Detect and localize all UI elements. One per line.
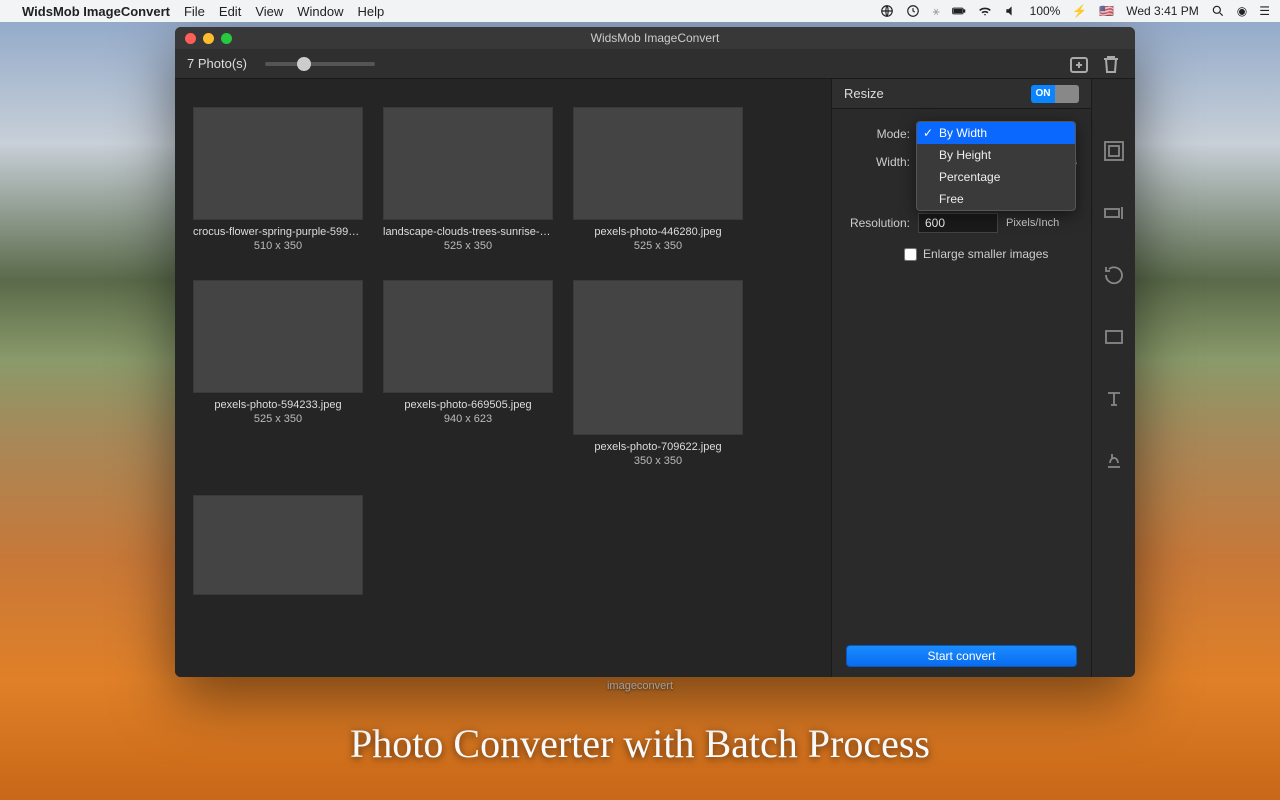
- thumbnail-gallery[interactable]: crocus-flower-spring-purple-5999…. 510 x…: [175, 79, 831, 677]
- thumbnail-item[interactable]: landscape-clouds-trees-sunrise-2…. 525 x…: [383, 107, 553, 252]
- thumbnail-dimensions: 525 x 350: [634, 240, 682, 252]
- thumbnail-filename: pexels-photo-446280.jpeg: [594, 226, 721, 238]
- thumbnail-dimensions: 525 x 350: [444, 240, 492, 252]
- text-watermark-tool-icon[interactable]: [1102, 387, 1126, 411]
- thumbnail-item[interactable]: pexels-photo-594233.jpeg 525 x 350: [193, 280, 363, 467]
- thumbnail-dimensions: 940 x 623: [444, 413, 492, 425]
- mode-option-by-width[interactable]: By Width: [917, 122, 1075, 144]
- battery-icon[interactable]: [952, 4, 966, 18]
- rename-tool-icon[interactable]: [1102, 201, 1126, 225]
- thumbnail-filename: pexels-photo-594233.jpeg: [214, 399, 341, 411]
- delete-button[interactable]: [1099, 54, 1123, 74]
- thumbnail-image[interactable]: [193, 280, 363, 393]
- thumbnail-item[interactable]: pexels-photo-446280.jpeg 525 x 350: [573, 107, 743, 252]
- menubar-app-name[interactable]: WidsMob ImageConvert: [22, 4, 170, 19]
- thumbnail-filename: pexels-photo-669505.jpeg: [404, 399, 531, 411]
- siri-icon[interactable]: ◉: [1237, 4, 1247, 18]
- thumbnail-size-slider[interactable]: [265, 62, 375, 66]
- thumbnail-item[interactable]: [193, 495, 363, 603]
- border-tool-icon[interactable]: [1102, 325, 1126, 349]
- tool-rail: [1091, 79, 1135, 677]
- panel-title: Resize: [844, 86, 884, 101]
- start-convert-button[interactable]: Start convert: [846, 645, 1077, 667]
- battery-percent: 100%: [1030, 4, 1061, 18]
- thumbnail-filename: pexels-photo-709622.jpeg: [594, 441, 721, 453]
- mode-option-percentage[interactable]: Percentage: [917, 166, 1075, 188]
- menu-view[interactable]: View: [255, 4, 283, 19]
- thumbnail-image[interactable]: [193, 107, 363, 220]
- menubar-clock[interactable]: Wed 3:41 PM: [1126, 4, 1198, 18]
- menu-window[interactable]: Window: [297, 4, 343, 19]
- timemachine-icon[interactable]: [906, 4, 920, 18]
- flag-icon[interactable]: 🇺🇸: [1099, 4, 1114, 18]
- resize-tool-icon[interactable]: [1102, 139, 1126, 163]
- dock-caption: imageconvert: [607, 680, 673, 692]
- marketing-tagline: Photo Converter with Batch Process: [0, 720, 1280, 767]
- close-window-button[interactable]: [185, 33, 196, 44]
- resize-toggle[interactable]: ON: [1031, 85, 1079, 103]
- photo-count: 7 Photo(s): [187, 56, 247, 71]
- charging-icon: ⚡: [1072, 4, 1087, 18]
- minimize-window-button[interactable]: [203, 33, 214, 44]
- resolution-input[interactable]: [918, 213, 998, 233]
- thumbnail-item[interactable]: pexels-photo-709622.jpeg 350 x 350: [573, 280, 743, 467]
- resolution-unit: Pixels/Inch: [1006, 217, 1059, 229]
- mode-dropdown[interactable]: By Width By Height Percentage Free: [916, 121, 1076, 211]
- thumbnail-dimensions: 350 x 350: [634, 455, 682, 467]
- thumbnail-image[interactable]: [573, 107, 743, 220]
- resolution-label: Resolution:: [846, 216, 918, 230]
- thumbnail-image[interactable]: [573, 280, 743, 435]
- window-title: WidsMob ImageConvert: [175, 31, 1135, 45]
- window-titlebar[interactable]: WidsMob ImageConvert: [175, 27, 1135, 49]
- add-photo-button[interactable]: [1067, 54, 1091, 74]
- thumbnail-dimensions: 510 x 350: [254, 240, 302, 252]
- zoom-window-button[interactable]: [221, 33, 232, 44]
- enlarge-checkbox[interactable]: [904, 248, 917, 261]
- volume-icon[interactable]: [1004, 4, 1018, 18]
- menu-help[interactable]: Help: [358, 4, 385, 19]
- thumbnail-dimensions: 525 x 350: [254, 413, 302, 425]
- thumbnail-filename: crocus-flower-spring-purple-5999….: [193, 226, 363, 238]
- app-window: WidsMob ImageConvert 7 Photo(s) crocus-f…: [175, 27, 1135, 677]
- thumbnail-filename: landscape-clouds-trees-sunrise-2….: [383, 226, 553, 238]
- spotlight-icon[interactable]: [1211, 4, 1225, 18]
- thumbnail-item[interactable]: crocus-flower-spring-purple-5999…. 510 x…: [193, 107, 363, 252]
- thumbnail-image[interactable]: [383, 280, 553, 393]
- width-label: Width:: [846, 155, 918, 169]
- rotate-tool-icon[interactable]: [1102, 263, 1126, 287]
- menu-file[interactable]: File: [184, 4, 205, 19]
- mode-label: Mode:: [846, 127, 918, 141]
- wifi-icon[interactable]: [978, 4, 992, 18]
- mode-option-by-height[interactable]: By Height: [917, 144, 1075, 166]
- thumbnail-image[interactable]: [193, 495, 363, 595]
- thumbnail-item[interactable]: pexels-photo-669505.jpeg 940 x 623: [383, 280, 553, 467]
- bluetooth-icon[interactable]: ⚹: [932, 4, 939, 19]
- mode-option-free[interactable]: Free: [917, 188, 1075, 210]
- enlarge-label: Enlarge smaller images: [923, 247, 1048, 261]
- globe-icon[interactable]: [880, 4, 894, 18]
- resize-panel: Resize ON Mode: Width: s Resolution:: [831, 79, 1091, 677]
- window-toolbar: 7 Photo(s): [175, 49, 1135, 79]
- notification-center-icon[interactable]: ☰: [1259, 4, 1270, 18]
- menu-edit[interactable]: Edit: [219, 4, 241, 19]
- image-watermark-tool-icon[interactable]: [1102, 449, 1126, 473]
- thumbnail-image[interactable]: [383, 107, 553, 220]
- macos-menubar: WidsMob ImageConvert File Edit View Wind…: [0, 0, 1280, 22]
